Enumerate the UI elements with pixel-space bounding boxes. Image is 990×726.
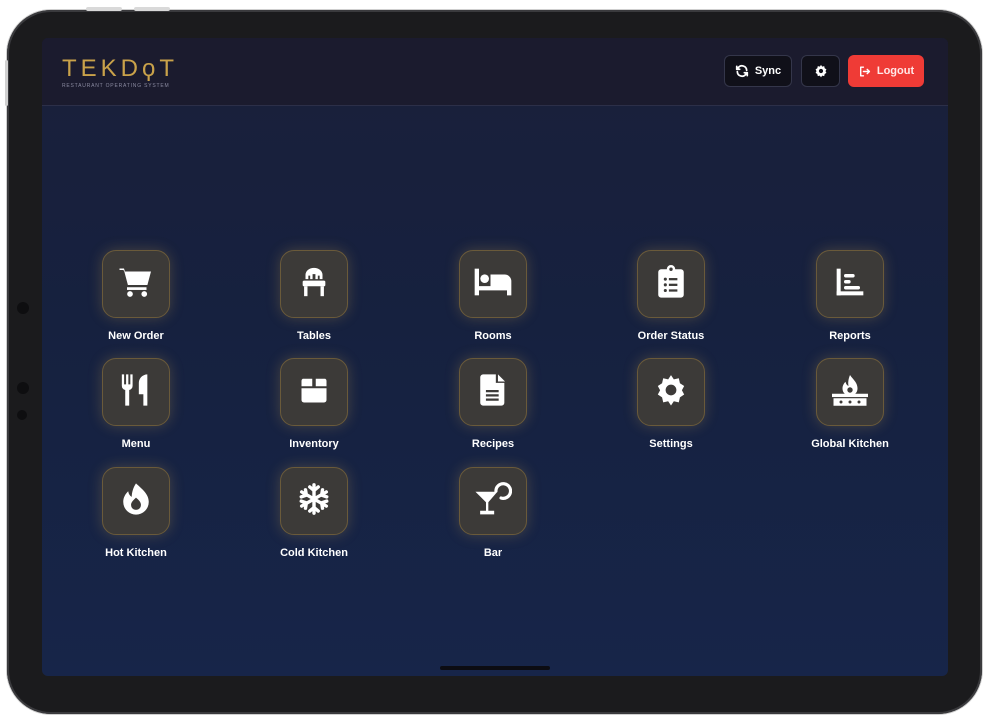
tablet-top-button [86, 7, 122, 11]
tile-recipes[interactable]: Recipes [433, 358, 553, 468]
tile-label: Rooms [474, 330, 512, 342]
tile-icon-box [102, 358, 170, 426]
tile-reports[interactable]: Reports [790, 250, 910, 360]
tile-icon-box [280, 250, 348, 318]
logout-button[interactable]: Logout [848, 55, 924, 87]
tile-label: Order Status [637, 330, 705, 342]
tile-label: Menu [121, 438, 151, 450]
tile-cold-kitchen[interactable]: Cold Kitchen [254, 467, 374, 577]
tile-label: Recipes [471, 438, 515, 450]
tile-bar[interactable]: Bar [433, 467, 553, 577]
tile-rooms[interactable]: Rooms [433, 250, 553, 360]
fire-icon [121, 482, 151, 521]
clipboard-list-icon [656, 264, 686, 304]
tile-label: Settings [649, 438, 693, 450]
tile-icon-box [102, 467, 170, 535]
box-icon [299, 375, 329, 410]
tile-label: Global Kitchen [811, 438, 889, 450]
tile-label: Hot Kitchen [105, 547, 167, 559]
tile-order-status[interactable]: Order Status [611, 250, 731, 360]
gear-icon [654, 373, 688, 412]
tile-label: Cold Kitchen [280, 547, 348, 559]
stove-fire-icon [829, 372, 871, 413]
tile-icon-box [280, 467, 348, 535]
tile-icon-box [816, 250, 884, 318]
tablet-top-button [134, 7, 170, 11]
sync-icon [735, 64, 749, 78]
tile-icon-box [459, 358, 527, 426]
camera-dot [17, 410, 27, 420]
brand-logo: TEKDϙT [62, 55, 179, 82]
sync-button[interactable]: Sync [724, 55, 792, 87]
logout-icon [858, 65, 871, 78]
logout-label: Logout [876, 65, 915, 77]
tile-icon-box [637, 358, 705, 426]
chart-icon [834, 266, 866, 303]
tile-hot-kitchen[interactable]: Hot Kitchen [76, 467, 196, 577]
app-screen: TEKDϙT RESTAURANT OPERATING SYSTEM Sync [42, 38, 948, 676]
snowflake-icon [297, 482, 331, 521]
tile-settings[interactable]: Settings [611, 358, 731, 468]
tile-menu[interactable]: Menu [76, 358, 196, 468]
tile-label: New Order [108, 330, 164, 342]
tile-icon-box [459, 250, 527, 318]
tile-label: Reports [829, 330, 871, 342]
tile-tables[interactable]: Tables [254, 250, 374, 360]
tile-icon-box [459, 467, 527, 535]
cart-icon [118, 264, 154, 305]
tile-global-kitchen[interactable]: Global Kitchen [790, 358, 910, 468]
bed-icon [473, 265, 513, 304]
tile-icon-box [637, 250, 705, 318]
tile-inventory[interactable]: Inventory [254, 358, 374, 468]
camera-dot [17, 302, 29, 314]
settings-button[interactable] [801, 55, 840, 87]
tile-new-order[interactable]: New Order [76, 250, 196, 360]
tile-label: Tables [296, 330, 332, 342]
utensils-icon [120, 373, 152, 412]
cocktail-icon [474, 481, 513, 522]
tile-label: Bar [483, 547, 503, 559]
home-indicator[interactable] [440, 666, 550, 670]
gear-icon [814, 64, 828, 78]
tile-icon-box [102, 250, 170, 318]
camera-dot [17, 382, 29, 394]
tile-icon-box [816, 358, 884, 426]
app-header: TEKDϙT RESTAURANT OPERATING SYSTEM Sync [42, 38, 948, 106]
brand-subtitle: RESTAURANT OPERATING SYSTEM [62, 83, 170, 89]
sync-label: Sync [754, 65, 782, 77]
chair-icon [297, 265, 331, 304]
tablet-side-button [5, 60, 8, 106]
tile-icon-box [280, 358, 348, 426]
tile-label: Inventory [289, 438, 339, 450]
document-icon [480, 373, 506, 412]
